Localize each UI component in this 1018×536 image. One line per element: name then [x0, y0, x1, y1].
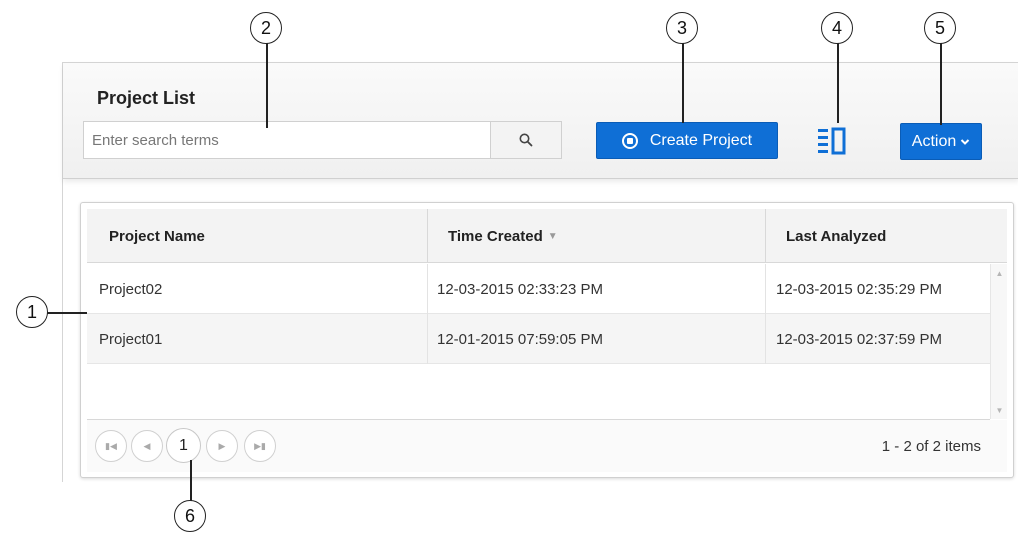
action-label: Action [911, 132, 957, 150]
column-header-project-name[interactable]: Project Name [109, 209, 205, 263]
callout-6: 6 [174, 500, 206, 532]
callout-leader [47, 312, 87, 314]
scroll-down-icon[interactable]: ▼ [991, 403, 1008, 417]
page-title: Project List [97, 88, 196, 108]
callout-leader [682, 43, 684, 123]
search-icon [519, 133, 533, 147]
pager-info: 1 - 2 of 2 items [881, 437, 981, 455]
sort-descending-icon: ▼ [547, 230, 558, 242]
table-row[interactable]: Project01 12-01-2015 07:59:05 PM 12-03-2… [87, 314, 990, 364]
cell-time-created: 12-01-2015 07:59:05 PM [437, 330, 603, 348]
last-page-icon: ▶▮ [254, 440, 266, 451]
first-page-button[interactable]: ▮◀ [95, 430, 127, 462]
column-header-label: Time Created [448, 227, 543, 245]
create-project-button[interactable]: Create Project [596, 122, 778, 159]
vertical-scrollbar[interactable]: ▲ ▼ [990, 264, 1007, 419]
chevron-down-icon [961, 138, 970, 145]
action-button[interactable]: Action [900, 123, 982, 160]
project-icon [621, 132, 638, 149]
callout-3: 3 [666, 12, 698, 44]
callout-leader [190, 460, 192, 502]
cell-last-analyzed: 12-03-2015 02:35:29 PM [776, 280, 942, 298]
create-project-label: Create Project [649, 131, 753, 149]
grid-empty-area [87, 364, 990, 420]
callout-leader [266, 43, 268, 128]
callout-5: 5 [924, 12, 956, 44]
scroll-up-icon[interactable]: ▲ [991, 266, 1008, 280]
column-chooser-icon[interactable] [816, 123, 848, 159]
search-button[interactable] [490, 121, 562, 159]
callout-leader [940, 43, 942, 125]
column-header-time-created[interactable]: Time Created ▼ [448, 209, 558, 263]
project-grid: Project Name Time Created ▼ Last Analyze… [80, 202, 1014, 478]
next-page-button[interactable]: ▶ [206, 430, 238, 462]
column-header-label: Last Analyzed [786, 227, 887, 245]
current-page-button[interactable]: 1 [166, 428, 201, 463]
cell-project-name: Project01 [99, 330, 163, 348]
callout-4: 4 [821, 12, 853, 44]
previous-page-icon: ◀ [143, 440, 151, 451]
grid-header: Project Name Time Created ▼ Last Analyze… [87, 209, 1007, 263]
panel-header: Project List Create Project Action [63, 63, 1018, 179]
next-page-icon: ▶ [218, 440, 226, 451]
callout-2: 2 [250, 12, 282, 44]
callout-1: 1 [16, 296, 48, 328]
cell-time-created: 12-03-2015 02:33:23 PM [437, 280, 603, 298]
last-page-button[interactable]: ▶▮ [244, 430, 276, 462]
table-row[interactable]: Project02 12-03-2015 02:33:23 PM 12-03-2… [87, 264, 990, 314]
cell-project-name: Project02 [99, 280, 163, 298]
search-input[interactable] [83, 121, 490, 159]
first-page-icon: ▮◀ [105, 440, 117, 451]
pager: ▮◀ ◀ 1 ▶ ▶▮ 1 - 2 of 2 items [87, 420, 1007, 472]
previous-page-button[interactable]: ◀ [131, 430, 163, 462]
column-header-last-analyzed[interactable]: Last Analyzed [786, 209, 886, 263]
column-header-label: Project Name [109, 227, 205, 245]
callout-leader [837, 43, 839, 123]
cell-last-analyzed: 12-03-2015 02:37:59 PM [776, 330, 942, 348]
